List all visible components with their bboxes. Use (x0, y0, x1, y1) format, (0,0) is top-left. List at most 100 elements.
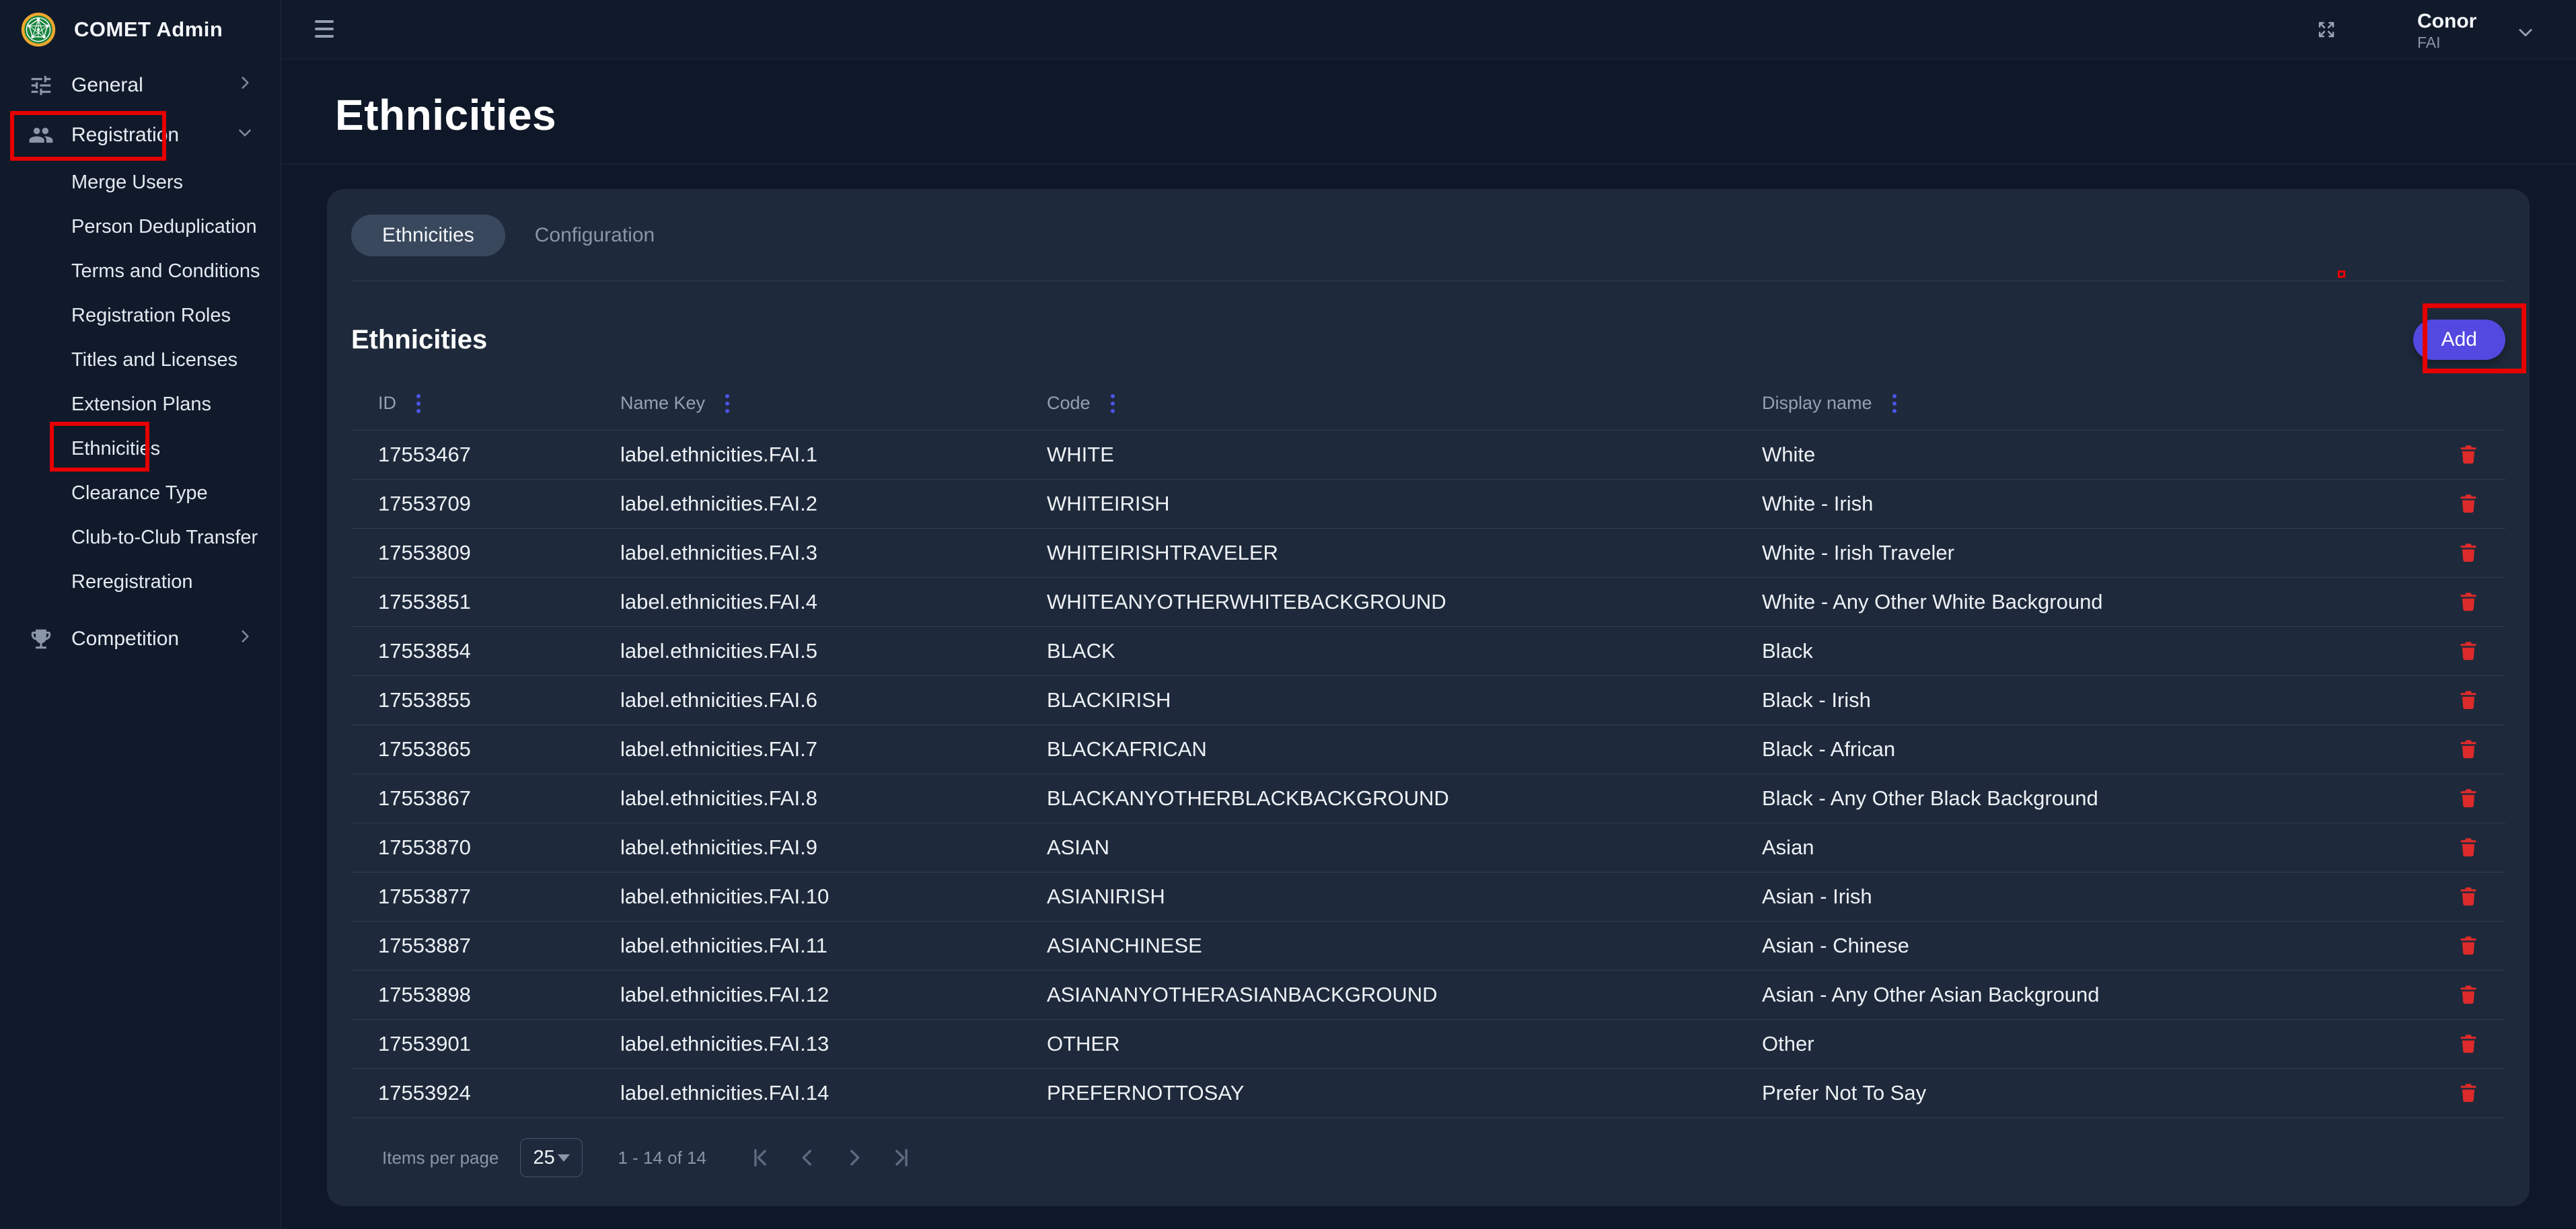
sidebar-subitem-label: Person Deduplication (71, 216, 257, 238)
table-row[interactable]: 17553854 label.ethnicities.FAI.5 BLACK B… (351, 627, 2505, 676)
column-header-id: ID (378, 392, 620, 416)
cell-code: WHITE (1047, 443, 1762, 467)
sidebar-subitem-reregistration[interactable]: Reregistration (0, 560, 281, 604)
cell-id: 17553855 (378, 688, 620, 712)
chevron-right-icon (236, 628, 254, 650)
page-size-value: 25 (533, 1147, 554, 1169)
tab-ethnicities[interactable]: Ethnicities (351, 215, 505, 256)
fullscreen-icon[interactable] (2316, 20, 2336, 40)
cell-name-key: label.ethnicities.FAI.7 (620, 737, 1047, 761)
cell-name-key: label.ethnicities.FAI.11 (620, 934, 1047, 958)
delete-button[interactable] (2454, 685, 2483, 715)
delete-button[interactable] (2454, 489, 2483, 519)
cell-code: PREFERNOTTOSAY (1047, 1081, 1762, 1105)
table-row[interactable]: 17553709 label.ethnicities.FAI.2 WHITEIR… (351, 480, 2505, 529)
tab-configuration[interactable]: Configuration (529, 224, 660, 247)
cell-id: 17553924 (378, 1081, 620, 1105)
table-row[interactable]: 17553877 label.ethnicities.FAI.10 ASIANI… (351, 872, 2505, 922)
sidebar-subitem-merge-users[interactable]: Merge Users (0, 160, 281, 204)
table-row[interactable]: 17553870 label.ethnicities.FAI.9 ASIAN A… (351, 823, 2505, 872)
delete-button[interactable] (2454, 440, 2483, 470)
cell-actions (2431, 882, 2505, 911)
sidebar-subitem-extension-plans[interactable]: Extension Plans (0, 382, 281, 426)
table-row[interactable]: 17553855 label.ethnicities.FAI.6 BLACKIR… (351, 676, 2505, 725)
sidebar-item-general[interactable]: General (0, 61, 281, 110)
cell-code: OTHER (1047, 1032, 1762, 1056)
user-menu[interactable]: Conor FAI (2417, 11, 2476, 51)
delete-button[interactable] (2454, 1029, 2483, 1059)
cell-display-name: Asian (1762, 835, 2431, 860)
cell-code: BLACKIRISH (1047, 688, 1762, 712)
table-row[interactable]: 17553924 label.ethnicities.FAI.14 PREFER… (351, 1069, 2505, 1118)
column-label: ID (378, 393, 396, 414)
add-button[interactable]: Add (2413, 320, 2505, 360)
delete-button[interactable] (2454, 636, 2483, 666)
cell-code: ASIANIRISH (1047, 885, 1762, 909)
last-page-button[interactable] (885, 1142, 918, 1174)
cell-code: BLACK (1047, 639, 1762, 663)
column-menu-icon[interactable] (414, 392, 423, 416)
table-row[interactable]: 17553887 label.ethnicities.FAI.11 ASIANC… (351, 922, 2505, 971)
column-menu-icon[interactable] (723, 392, 732, 416)
sidebar-subitem-clearance-type[interactable]: Clearance Type (0, 471, 281, 515)
table-row[interactable]: 17553898 label.ethnicities.FAI.12 ASIANA… (351, 971, 2505, 1020)
column-menu-icon[interactable] (1890, 392, 1899, 416)
cell-name-key: label.ethnicities.FAI.2 (620, 492, 1047, 516)
delete-button[interactable] (2454, 882, 2483, 911)
page-title: Ethnicities (335, 90, 556, 140)
cell-actions (2431, 784, 2505, 813)
sidebar-subitem-terms-and-conditions[interactable]: Terms and Conditions (0, 249, 281, 293)
cell-name-key: label.ethnicities.FAI.14 (620, 1081, 1047, 1105)
menu-toggle-icon[interactable] (315, 20, 334, 38)
next-page-button[interactable] (838, 1142, 871, 1174)
first-page-button[interactable] (744, 1142, 776, 1174)
chevron-down-icon[interactable] (2516, 23, 2535, 45)
sidebar-subitem-registration-roles[interactable]: Registration Roles (0, 293, 281, 338)
table-row[interactable]: 17553901 label.ethnicities.FAI.13 OTHER … (351, 1020, 2505, 1069)
delete-button[interactable] (2454, 931, 2483, 961)
sidebar-subitem-titles-and-licenses[interactable]: Titles and Licenses (0, 338, 281, 382)
comet-logo-icon (20, 11, 57, 48)
user-name: Conor (2417, 11, 2476, 32)
cell-code: ASIANCHINESE (1047, 934, 1762, 958)
delete-button[interactable] (2454, 833, 2483, 862)
column-header-display-name: Display name (1762, 392, 2431, 416)
delete-button[interactable] (2454, 587, 2483, 617)
trash-icon (2457, 885, 2480, 909)
table-row[interactable]: 17553865 label.ethnicities.FAI.7 BLACKAF… (351, 725, 2505, 774)
delete-button[interactable] (2454, 980, 2483, 1010)
delete-button[interactable] (2454, 1078, 2483, 1108)
cell-name-key: label.ethnicities.FAI.4 (620, 590, 1047, 614)
sidebar-item-competition[interactable]: Competition (0, 614, 281, 664)
page-size-select[interactable]: 25 (520, 1138, 583, 1177)
delete-button[interactable] (2454, 735, 2483, 764)
cell-code: WHITEANYOTHERWHITEBACKGROUND (1047, 590, 1762, 614)
items-per-page-label: Items per page (382, 1148, 499, 1168)
sidebar-subitem-ethnicities[interactable]: Ethnicities (0, 426, 281, 471)
cell-display-name: Asian - Chinese (1762, 934, 2431, 958)
cell-display-name: White - Any Other White Background (1762, 590, 2431, 614)
cell-name-key: label.ethnicities.FAI.1 (620, 443, 1047, 467)
table-row[interactable]: 17553851 label.ethnicities.FAI.4 WHITEAN… (351, 578, 2505, 627)
delete-button[interactable] (2454, 784, 2483, 813)
cell-actions (2431, 1029, 2505, 1059)
sidebar-subitem-club-to-club-transfer[interactable]: Club-to-Club Transfer (0, 515, 281, 560)
column-menu-icon[interactable] (1108, 392, 1117, 416)
table-row[interactable]: 17553809 label.ethnicities.FAI.3 WHITEIR… (351, 529, 2505, 578)
cell-display-name: Prefer Not To Say (1762, 1081, 2431, 1105)
cell-display-name: Black (1762, 639, 2431, 663)
column-label: Code (1047, 393, 1091, 414)
sidebar-subitem-label: Titles and Licenses (71, 349, 237, 371)
header-divider (281, 163, 2576, 164)
sidebar-subitem-person-deduplication[interactable]: Person Deduplication (0, 204, 281, 249)
sidebar-subitem-label: Clearance Type (71, 482, 208, 505)
table-header-row: ID Name Key Code Display name (351, 377, 2505, 431)
column-header-code: Code (1047, 392, 1762, 416)
table-row[interactable]: 17553867 label.ethnicities.FAI.8 BLACKAN… (351, 774, 2505, 823)
cell-actions (2431, 685, 2505, 715)
sidebar-item-registration[interactable]: Registration (0, 110, 281, 160)
previous-page-button[interactable] (791, 1142, 823, 1174)
trash-icon (2457, 835, 2480, 860)
delete-button[interactable] (2454, 538, 2483, 568)
table-row[interactable]: 17553467 label.ethnicities.FAI.1 WHITE W… (351, 431, 2505, 480)
